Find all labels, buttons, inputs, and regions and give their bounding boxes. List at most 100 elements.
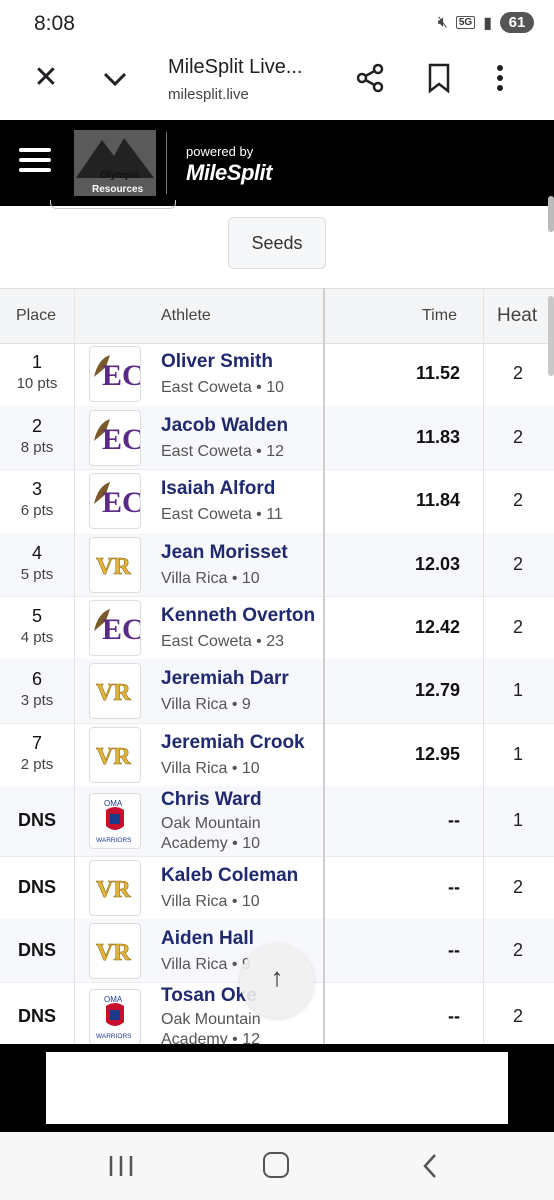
place-cell: DNS — [0, 940, 74, 961]
column-header-athlete[interactable]: Athlete — [161, 307, 211, 325]
points-label: 6 pts — [20, 502, 54, 519]
column-divider — [483, 288, 484, 1044]
athlete-team-grade: Villa Rica • 10 — [161, 570, 260, 587]
place-number: 1 — [31, 352, 42, 372]
athlete-name-link[interactable]: Aiden Hall — [161, 928, 254, 950]
villa-rica-logo-icon[interactable]: VR — [89, 922, 141, 979]
athlete-name-link[interactable]: Jeremiah Crook — [161, 732, 305, 754]
ad-slot[interactable] — [46, 1052, 508, 1124]
status-time: 8:08 — [34, 12, 75, 35]
points-label: 10 pts — [16, 375, 58, 392]
heat-cell: 1 — [512, 810, 523, 830]
athlete-name-link[interactable]: Oliver Smith — [161, 351, 273, 373]
athlete-name-link[interactable]: Chris Ward — [161, 789, 262, 811]
table-row[interactable]: 2 8 pts EC Jacob Walden East Coweta • 12 11.8… — [0, 406, 554, 470]
column-header-place[interactable]: Place — [16, 307, 56, 325]
athlete-team-grade: Villa Rica • 10 — [161, 893, 260, 910]
svg-text:EC: EC — [102, 613, 140, 646]
column-header-time[interactable]: Time — [422, 307, 457, 325]
status-icons: 🔇︎ 5G ▮ 61 — [438, 12, 534, 33]
seeds-button[interactable]: Seeds — [228, 217, 326, 269]
recent-apps-icon[interactable] — [108, 1154, 134, 1183]
back-icon[interactable] — [420, 1152, 440, 1185]
villa-rica-logo-icon[interactable]: VR — [89, 859, 141, 916]
page-url: milesplit.live — [168, 86, 249, 103]
place-cell: DNS — [0, 810, 74, 831]
athlete-name-link[interactable]: Kenneth Overton — [161, 605, 315, 627]
status-bar: 8:08 🔇︎ 5G ▮ 61 — [0, 0, 554, 48]
table-row[interactable]: 5 4 pts EC Kenneth Overton East Coweta • 23 1… — [0, 596, 554, 660]
athlete-team-grade: Villa Rica • 10 — [161, 760, 260, 777]
milesplit-logo[interactable]: MileSplit — [186, 160, 272, 186]
place-cell: 4 5 pts — [0, 543, 74, 583]
table-row[interactable]: 1 10 pts EC Oliver Smith East Coweta • 10 11.… — [0, 342, 554, 407]
heat-cell: 2 — [512, 553, 523, 574]
heat-cell: 2 — [512, 616, 523, 637]
place-cell: 6 3 pts — [0, 669, 74, 709]
time-cell: 11.84 — [415, 490, 460, 510]
table-row[interactable]: 3 6 pts EC Isaiah Alford East Coweta • 11 11.… — [0, 469, 554, 534]
athlete-name-link[interactable]: Isaiah Alford — [161, 478, 275, 500]
east-coweta-logo-icon[interactable]: EC — [89, 599, 141, 656]
place-cell: 7 2 pts — [0, 733, 74, 773]
table-scrollbar[interactable] — [548, 296, 554, 376]
table-row[interactable]: 7 2 pts VR Jeremiah Crook Villa Rica • 10 12.… — [0, 723, 554, 787]
athlete-team-grade: East Coweta • 10 — [161, 379, 284, 396]
villa-rica-logo-icon[interactable]: VR — [89, 726, 141, 783]
place-cell: 2 8 pts — [0, 416, 74, 456]
villa-rica-logo-icon[interactable]: VR — [89, 536, 141, 593]
minimize-chevron-icon[interactable] — [100, 64, 130, 99]
time-cell: 12.95 — [414, 743, 460, 764]
table-row[interactable]: 6 3 pts VR Jeremiah Darr Villa Rica • 9 12.79… — [0, 659, 554, 724]
heat-cell: 1 — [512, 680, 523, 700]
column-header-heat[interactable]: Heat — [497, 305, 537, 327]
place-number: 2 — [31, 416, 42, 436]
bookmark-icon[interactable] — [425, 62, 453, 99]
east-coweta-logo-icon[interactable]: EC — [89, 473, 141, 529]
east-coweta-logo-icon[interactable]: EC — [89, 346, 141, 402]
oak-mountain-logo-icon[interactable]: OMA WARRIORS — [89, 793, 141, 849]
share-icon[interactable] — [354, 62, 386, 99]
athlete-name-link[interactable]: Jeremiah Darr — [161, 668, 289, 690]
heat-cell: 2 — [512, 939, 523, 960]
table-row[interactable]: 4 5 pts VR Jean Morisset Villa Rica • 10 12.0… — [0, 533, 554, 597]
home-icon[interactable] — [263, 1152, 289, 1178]
place-number: 6 — [31, 669, 42, 689]
oak-mountain-logo-icon[interactable]: OMA WARRIORS — [89, 989, 141, 1044]
east-coweta-logo-icon[interactable]: EC — [89, 409, 141, 466]
time-cell: 12.42 — [414, 616, 460, 637]
browser-toolbar: ✕ MileSplit Live... milesplit.live — [0, 48, 554, 120]
athlete-team-grade: East Coweta • 23 — [161, 633, 284, 650]
place-cell: 1 10 pts — [0, 352, 74, 392]
heat-cell: 2 — [512, 490, 523, 510]
points-label: 2 pts — [20, 756, 54, 773]
svg-text:EC: EC — [102, 359, 140, 392]
heat-cell: 2 — [512, 1006, 523, 1026]
sponsor-logo[interactable]: Olympia Resources — [74, 130, 156, 196]
athlete-name-link[interactable]: Jean Morisset — [161, 542, 288, 564]
more-options-icon[interactable] — [494, 62, 506, 99]
place-number: 7 — [31, 733, 42, 753]
page-title: MileSplit Live... — [168, 56, 303, 78]
sponsor-name-1: Olympia — [100, 170, 140, 181]
athlete-name-link[interactable]: Kaleb Coleman — [161, 865, 298, 887]
menu-icon[interactable] — [19, 148, 51, 174]
scroll-to-top-button[interactable]: ↑ — [240, 944, 314, 1018]
villa-rica-logo-icon[interactable]: VR — [89, 663, 141, 719]
svg-text:WARRIORS: WARRIORS — [96, 1033, 132, 1040]
points-label: 5 pts — [20, 566, 54, 583]
arrow-up-icon: ↑ — [270, 962, 284, 992]
athlete-name-link[interactable]: Jacob Walden — [161, 415, 288, 437]
close-tab-button[interactable]: ✕ — [30, 62, 62, 94]
signal-icon: ▮ — [483, 14, 492, 32]
header-divider — [166, 132, 167, 194]
svg-text:EC: EC — [102, 423, 140, 456]
place-label: DNS — [17, 876, 56, 897]
points-label: 8 pts — [20, 439, 54, 456]
time-cell: -- — [448, 876, 460, 897]
table-row[interactable]: DNS VR Kaleb Coleman Villa Rica • 10 -- 2 — [0, 856, 554, 920]
svg-text:EC: EC — [102, 486, 140, 519]
svg-text:VR: VR — [96, 554, 131, 580]
table-row[interactable]: DNS OMA WARRIORS Chris Ward Oak Mountain Aca… — [0, 786, 554, 857]
scrollbar[interactable] — [548, 196, 554, 232]
